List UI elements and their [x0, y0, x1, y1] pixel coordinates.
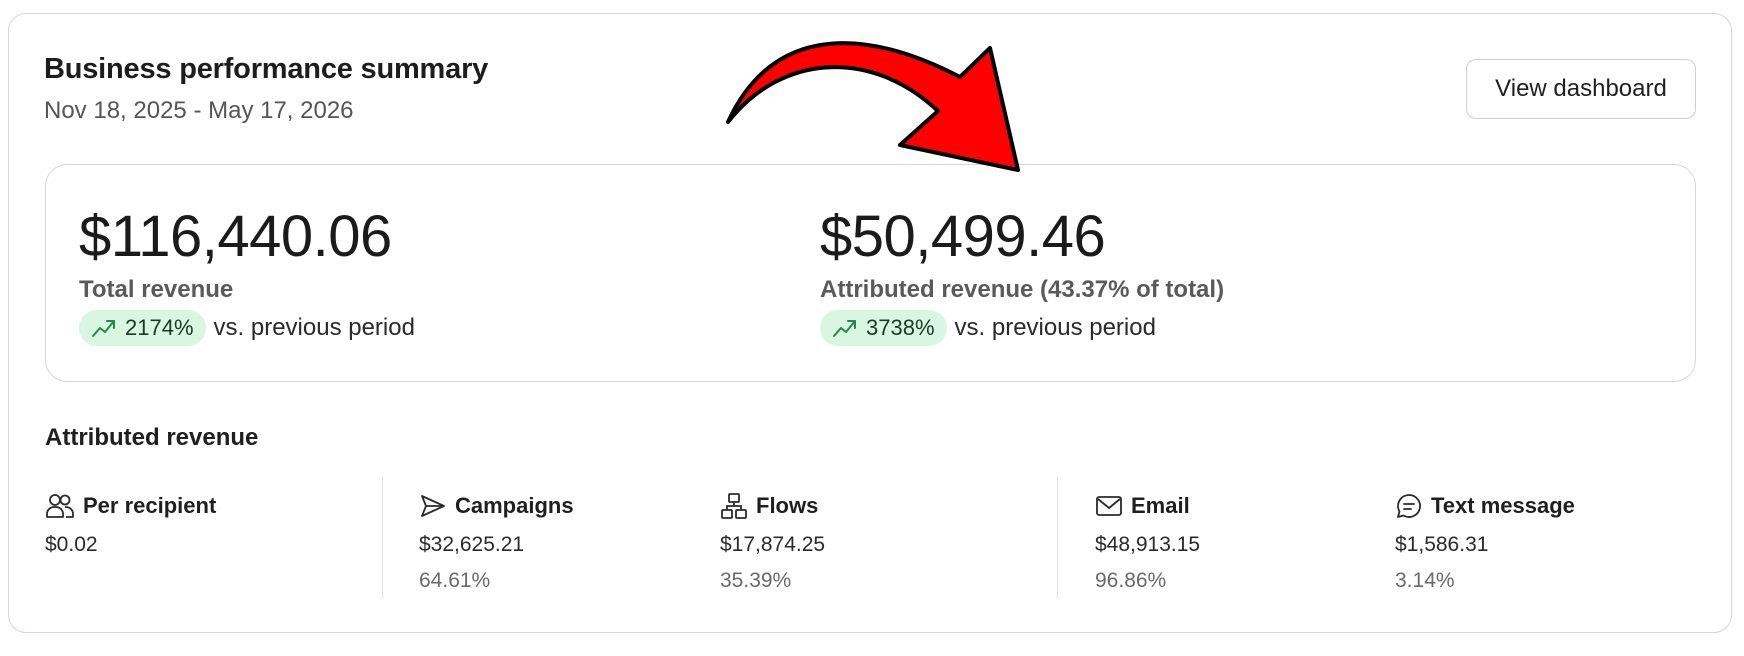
- change-badge: 3738%: [820, 310, 947, 346]
- stat-per-recipient: Per recipient $0.02: [45, 491, 216, 557]
- divider: [382, 478, 383, 598]
- stat-flows: Flows $17,874.25 35.39%: [720, 491, 825, 593]
- stat-percent: 35.39%: [720, 569, 792, 592]
- stat-value: $1,586.31: [1395, 533, 1489, 556]
- stat-label: Email: [1131, 493, 1190, 518]
- users-icon: [46, 494, 74, 518]
- stat-percent: 96.86%: [1095, 569, 1167, 592]
- stat-text-message: Text message $1,586.31 3.14%: [1395, 491, 1575, 593]
- attributed-revenue-change: 3738% vs. previous period: [820, 310, 1156, 346]
- view-dashboard-button[interactable]: View dashboard: [1466, 59, 1696, 119]
- stat-label: Flows: [756, 493, 819, 518]
- change-suffix: vs. previous period: [954, 314, 1156, 341]
- attributed-revenue-heading: Attributed revenue: [45, 424, 259, 451]
- change-percent: 2174%: [125, 315, 194, 340]
- attributed-revenue-label: Attributed revenue (43.37% of total): [820, 276, 1225, 303]
- trending-up-icon: [833, 320, 856, 337]
- total-revenue-value: $116,440.06: [79, 204, 392, 269]
- change-badge: 2174%: [79, 310, 206, 346]
- trending-up-icon: [92, 320, 115, 337]
- stat-value: $32,625.21: [419, 533, 525, 556]
- stat-percent: 3.14%: [1395, 569, 1455, 592]
- change-percent: 3738%: [866, 315, 935, 340]
- annotation-arrow-icon: [726, 41, 1020, 172]
- total-revenue-label: Total revenue: [79, 276, 234, 303]
- total-revenue-change: 2174% vs. previous period: [79, 310, 415, 346]
- stat-percent: 64.61%: [419, 569, 491, 592]
- change-suffix: vs. previous period: [213, 314, 415, 341]
- divider: [1057, 478, 1058, 598]
- stat-value: $17,874.25: [720, 533, 826, 556]
- stat-label: Per recipient: [83, 493, 217, 518]
- revenue-metrics-panel: $116,440.06 Total revenue 2174% vs. prev…: [45, 164, 1696, 382]
- stat-value: $48,913.15: [1095, 533, 1201, 556]
- mail-icon: [1096, 496, 1122, 516]
- stat-email: Email $48,913.15 96.86%: [1095, 491, 1200, 593]
- flows-icon: [721, 493, 747, 519]
- chat-icon: [1397, 494, 1421, 518]
- stat-label: Campaigns: [455, 493, 574, 518]
- stat-value: $0.02: [45, 533, 98, 556]
- stat-campaigns: Campaigns $32,625.21 64.61%: [419, 491, 574, 593]
- send-icon: [421, 495, 445, 517]
- date-range: Nov 18, 2025 - May 17, 2026: [44, 97, 354, 124]
- page-title: Business performance summary: [44, 53, 489, 85]
- attributed-revenue-value: $50,499.46: [820, 204, 1106, 269]
- stat-label: Text message: [1431, 493, 1575, 518]
